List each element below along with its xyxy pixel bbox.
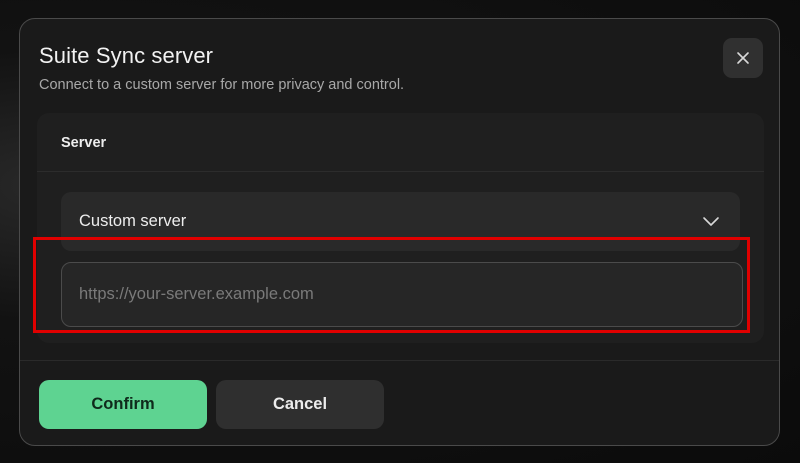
server-type-select[interactable]: Custom server	[61, 192, 740, 251]
cancel-button[interactable]: Cancel	[216, 380, 384, 429]
dialog-title: Suite Sync server	[39, 43, 214, 68]
confirm-button[interactable]: Confirm	[39, 380, 207, 429]
close-icon	[737, 52, 749, 64]
dialog-subtitle: Connect to a custom server for more priv…	[39, 77, 405, 93]
close-button[interactable]	[723, 38, 763, 78]
server-panel-title: Server	[61, 135, 107, 151]
server-url-input[interactable]	[61, 262, 743, 327]
server-panel-header: Server	[37, 113, 764, 172]
chevron-down-icon	[703, 217, 719, 226]
suite-sync-dialog: Suite Sync server Connect to a custom se…	[19, 18, 780, 446]
footer-divider	[20, 360, 779, 361]
server-type-selected-value: Custom server	[79, 212, 187, 230]
